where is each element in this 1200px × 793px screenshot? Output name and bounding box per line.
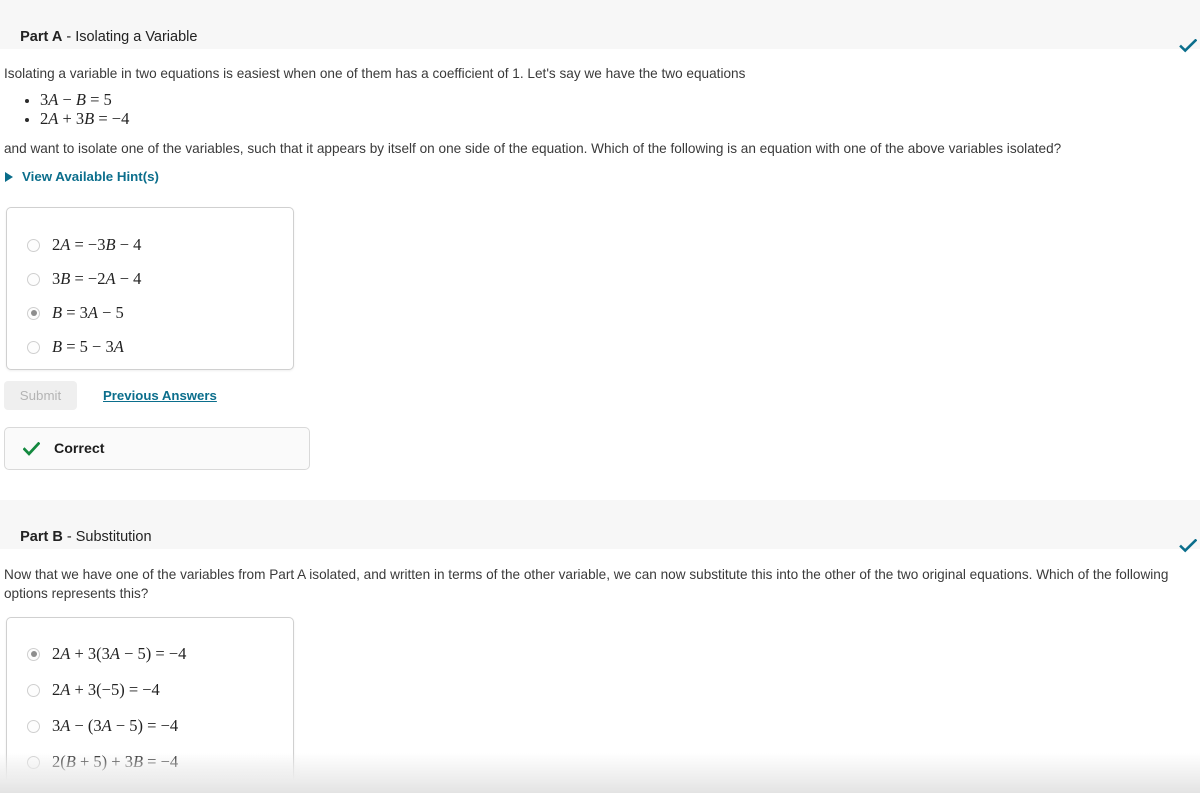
option-label: 2A = −3B − 4	[52, 235, 142, 254]
part-a-option-1[interactable]: 2A = −3B − 4	[27, 228, 293, 262]
submit-button[interactable]: Submit	[4, 381, 77, 410]
part-b-option-1[interactable]: 2A + 3(3A − 5) = −4	[27, 636, 293, 672]
equation-item: 2A + 3B = −4	[40, 110, 1200, 129]
radio-button[interactable]	[27, 238, 40, 252]
part-b-option-3[interactable]: 3A − (3A − 5) = −4	[27, 708, 293, 744]
part-b-subtitle: Substitution	[75, 529, 152, 545]
radio-button[interactable]	[27, 755, 40, 769]
part-a-options-group: 2A = −3B − 4 3B = −2A − 4 B = 3A − 5 B =…	[6, 207, 294, 370]
part-a-intro-text: Isolating a variable in two equations is…	[4, 66, 746, 81]
part-b-option-2[interactable]: 2A + 3(−5) = −4	[27, 672, 293, 708]
equation-item: 3A − B = 5	[40, 91, 1200, 110]
part-b-status-check-icon	[1179, 539, 1197, 553]
radio-button[interactable]	[27, 719, 40, 733]
radio-button[interactable]	[27, 647, 40, 661]
radio-button[interactable]	[27, 340, 40, 354]
part-b-question-text: Now that we have one of the variables fr…	[4, 567, 1169, 601]
radio-button[interactable]	[27, 272, 40, 286]
part-a-view-hints-link[interactable]: View Available Hint(s)	[0, 169, 163, 184]
equation-text: 3A − B = 5	[40, 90, 112, 109]
part-a-equation-list: 3A − B = 5 2A + 3B = −4	[0, 91, 1200, 129]
part-a-separator: -	[62, 29, 76, 45]
view-hints-label: View Available Hint(s)	[22, 169, 159, 184]
option-label: 3A − (3A − 5) = −4	[52, 716, 179, 735]
radio-button[interactable]	[27, 306, 40, 320]
check-icon	[23, 441, 40, 456]
part-a-feedback-banner: Correct	[4, 427, 310, 470]
option-label: 3B = −2A − 4	[52, 269, 142, 288]
part-b-options-group: 2A + 3(3A − 5) = −4 2A + 3(−5) = −4 3A −…	[6, 617, 294, 786]
part-a-status-check-icon	[1179, 39, 1197, 53]
option-label: 2A + 3(−5) = −4	[52, 680, 160, 699]
part-b-title: Part B - Substitution	[4, 510, 152, 564]
equation-text: 2A + 3B = −4	[40, 109, 130, 128]
part-a-option-3[interactable]: B = 3A − 5	[27, 296, 293, 330]
part-a-submit-row: Submit Previous Answers	[4, 381, 217, 410]
part-b-header-band: Part B - Substitution	[0, 500, 1200, 553]
radio-button[interactable]	[27, 683, 40, 697]
part-a-option-4[interactable]: B = 5 − 3A	[27, 330, 293, 364]
part-b-label: Part B	[20, 529, 63, 545]
option-label: B = 5 − 3A	[52, 337, 124, 356]
option-label: 2A + 3(3A − 5) = −4	[52, 644, 187, 663]
part-a-label: Part A	[20, 29, 63, 45]
part-a-header-band: Part A - Isolating a Variable	[0, 0, 1200, 53]
option-label: B = 3A − 5	[52, 303, 124, 322]
part-b-separator: -	[62, 529, 76, 545]
part-a-question-text: and want to isolate one of the variables…	[4, 141, 1062, 156]
previous-answers-link[interactable]: Previous Answers	[103, 388, 217, 403]
feedback-label: Correct	[54, 440, 105, 457]
option-label: 2(B + 5) + 3B = −4	[52, 752, 179, 771]
triangle-right-icon	[5, 171, 13, 182]
part-a-subtitle: Isolating a Variable	[75, 29, 198, 45]
part-a-option-2[interactable]: 3B = −2A − 4	[27, 262, 293, 296]
part-a-title: Part A - Isolating a Variable	[4, 10, 197, 64]
part-b-option-4[interactable]: 2(B + 5) + 3B = −4	[27, 744, 293, 780]
